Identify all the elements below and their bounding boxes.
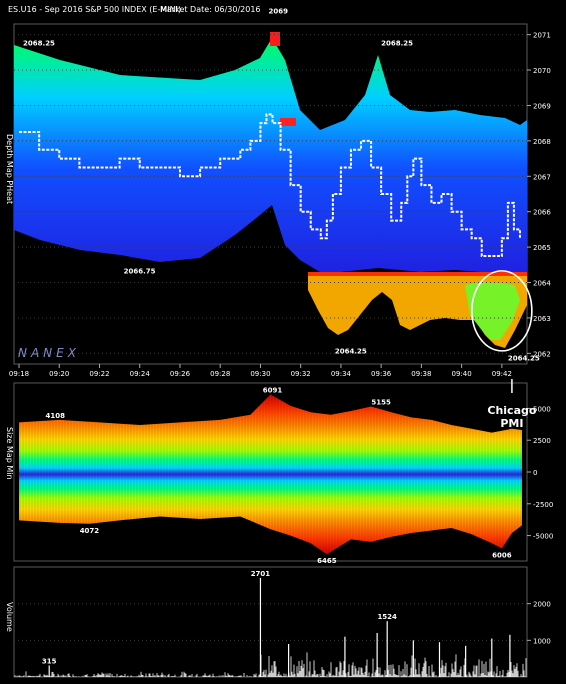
volume-annotation: 2701 — [251, 570, 271, 578]
x-tick-label: 09:28 — [210, 370, 230, 378]
size-annotation: 6006 — [492, 551, 512, 559]
size-annotation: 4108 — [45, 412, 65, 420]
x-tick-label: 09:26 — [170, 370, 191, 378]
volume-annotation: 315 — [42, 657, 57, 665]
depth-annotation: 2064.25 — [335, 347, 367, 355]
depth-y-tick-label: 2070 — [533, 67, 551, 75]
x-tick-label: 09:18 — [9, 370, 29, 378]
volume-y-axis: 2000 1000 — [527, 601, 551, 645]
x-tick-label: 09:24 — [130, 370, 151, 378]
volume-annotation: 1524 — [377, 613, 397, 621]
x-tick-label: 09:40 — [452, 370, 472, 378]
depth-y-tick-label: 2071 — [533, 32, 551, 40]
volume-y-tick-label: 1000 — [533, 637, 551, 645]
depth-y-tick-label: 2065 — [533, 244, 551, 252]
size-annotation: 6465 — [317, 557, 337, 565]
x-tick-label: 09:34 — [331, 370, 352, 378]
depth-y-tick-label: 2069 — [533, 102, 551, 110]
x-tick-label: 09:36 — [371, 370, 392, 378]
x-tick-label: 09:22 — [89, 370, 109, 378]
depth-red-mid — [280, 118, 296, 126]
callout-chicago: Chicago — [487, 404, 536, 417]
size-annotation: 5155 — [371, 399, 391, 407]
header-market-date: Market Date: 06/30/2016 — [160, 5, 261, 14]
depth-y-label: Depth Map PHeat — [5, 134, 14, 204]
depth-annotation: 2068.25 — [381, 39, 413, 47]
depth-annotation: 2069 — [268, 7, 288, 15]
depth-y-tick-label: 2067 — [533, 173, 551, 181]
depth-y-tick-label: 2068 — [533, 138, 551, 146]
time-x-axis: 09:18 09:20 09:22 09:24 09:26 09:28 09:30 09:32… — [9, 364, 512, 378]
x-tick-label: 09:42 — [492, 370, 512, 378]
size-y-tick-label: -5000 — [533, 533, 553, 541]
size-y-tick-label: 2500 — [533, 437, 551, 445]
size-y-tick-label: -2500 — [533, 501, 553, 509]
chart-window: ES.U16 - Sep 2016 S&P 500 INDEX (E-MINI)… — [0, 0, 566, 680]
depth-y-tick-label: 2063 — [533, 315, 551, 323]
depth-y-tick-label: 2066 — [533, 209, 551, 217]
x-tick-label: 09:30 — [250, 370, 270, 378]
nanex-watermark: NANEX — [18, 346, 80, 360]
callout-pmi: PMI — [500, 417, 523, 430]
size-y-tick-label: 0 — [533, 469, 537, 477]
size-y-label: Size Map Min — [5, 427, 14, 480]
volume-y-label: Volume — [5, 602, 14, 632]
depth-annotation: 2066.75 — [124, 268, 156, 276]
depth-y-axis: 2071207020692068206720662065206420632062 — [527, 32, 551, 358]
depth-y-tick-label: 2064 — [533, 280, 551, 288]
x-tick-label: 09:32 — [291, 370, 311, 378]
chart-canvas: ES.U16 - Sep 2016 S&P 500 INDEX (E-MINI)… — [5, 5, 553, 678]
volume-y-tick-label: 2000 — [533, 601, 551, 609]
size-annotation: 4072 — [80, 527, 100, 535]
x-tick-label: 09:38 — [411, 370, 431, 378]
header-symbol: ES.U16 - Sep 2016 S&P 500 INDEX (E-MINI) — [8, 5, 181, 14]
depth-red-top — [270, 32, 280, 46]
size-y-axis: 500025000-2500-5000 — [527, 405, 553, 541]
size-annotation: 6091 — [263, 386, 283, 394]
depth-annotation: 2068.25 — [23, 39, 55, 47]
depth-annotation: 2064.25 — [508, 354, 540, 362]
x-tick-label: 09:20 — [49, 370, 69, 378]
volume-panel — [13, 566, 528, 678]
